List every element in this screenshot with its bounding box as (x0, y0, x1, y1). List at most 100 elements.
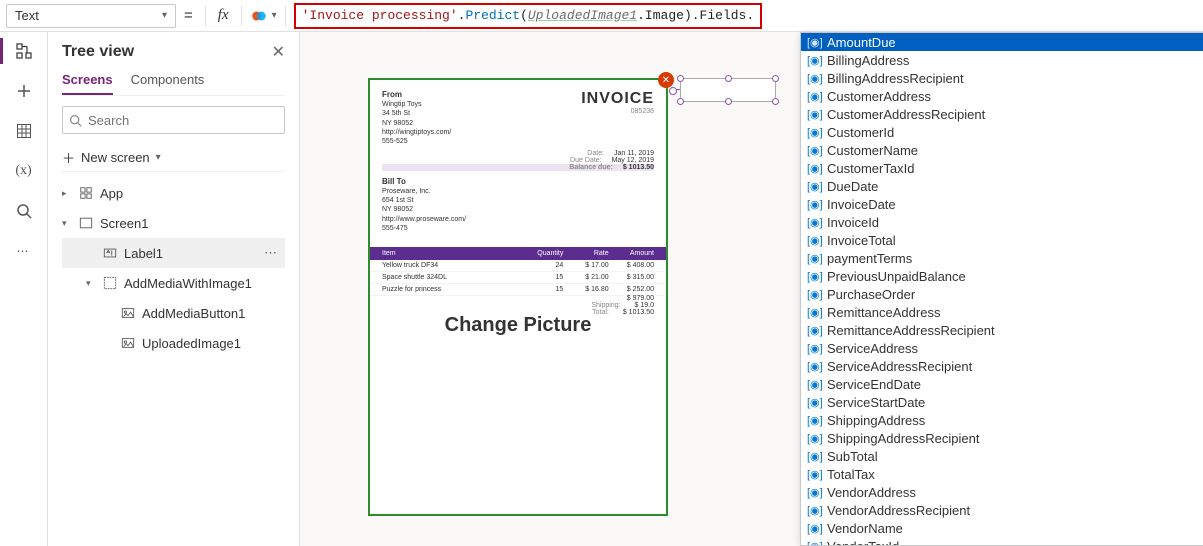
intellisense-item[interactable]: [◉]VendorTaxId (801, 537, 1203, 546)
intellisense-item[interactable]: [◉]DueDate (801, 177, 1203, 195)
intellisense-item[interactable]: [◉]ShippingAddressRecipient (801, 429, 1203, 447)
tree-node-uploadedimage[interactable]: UploadedImage1 (62, 328, 285, 358)
intellisense-item[interactable]: [◉]VendorAddressRecipient (801, 501, 1203, 519)
intellisense-item[interactable]: [◉]TotalTax (801, 465, 1203, 483)
field-icon: [◉] (807, 72, 821, 85)
tree-node-label: Label1 (124, 246, 163, 261)
media-button-icon (120, 305, 136, 321)
tree-node-label: UploadedImage1 (142, 336, 241, 351)
divider (285, 6, 286, 26)
canvas[interactable]: ✕ From Wingtip Toys 34 5th St NY 98052 h… (300, 32, 1203, 546)
intellisense-item-label: VendorTaxId (827, 539, 899, 546)
intellisense-item-label: ShippingAddressRecipient (827, 431, 979, 446)
intellisense-item[interactable]: [◉]InvoiceTotal (801, 231, 1203, 249)
tree-search-input[interactable] (88, 113, 278, 128)
field-icon: [◉] (807, 198, 821, 211)
tab-screens[interactable]: Screens (62, 72, 113, 95)
fx-icon[interactable]: fx (214, 7, 233, 24)
tree-node-screen1[interactable]: ▾ Screen1 (62, 208, 285, 238)
intellisense-item[interactable]: [◉]CustomerName (801, 141, 1203, 159)
intellisense-item-label: BillingAddress (827, 53, 909, 68)
label-icon (102, 245, 118, 261)
intellisense-item[interactable]: [◉]CustomerTaxId (801, 159, 1203, 177)
intellisense-item[interactable]: [◉]ServiceStartDate (801, 393, 1203, 411)
field-icon: [◉] (807, 270, 821, 283)
resize-handle[interactable] (677, 75, 684, 82)
invoice-dates: Date:Jan 11, 2019 Due Date:May 12, 2019 … (370, 150, 666, 171)
chevron-down-icon[interactable]: ▾ (272, 10, 277, 21)
intellisense-item[interactable]: [◉] PreviousUnpaidBalance (801, 267, 1203, 285)
data-rail-icon[interactable] (15, 122, 33, 140)
tree-node-addmedia[interactable]: ▾ AddMediaWithImage1 (62, 268, 285, 298)
close-icon[interactable]: ✕ (272, 42, 285, 62)
image-icon (120, 335, 136, 351)
intellisense-item[interactable]: [◉]BillingAddress (801, 51, 1203, 69)
invoice-billto-block: Bill To Proseware, Inc. 654 1st St NY 98… (370, 171, 666, 239)
intellisense-item[interactable]: [◉]VendorName (801, 519, 1203, 537)
caret-down-icon: ▾ (86, 278, 96, 289)
error-badge-icon[interactable]: ✕ (658, 72, 674, 88)
intellisense-item[interactable]: [◉]AmountDue (801, 33, 1203, 51)
resize-handle[interactable] (725, 75, 732, 82)
intellisense-item[interactable]: [◉]RemittanceAddress (801, 303, 1203, 321)
selected-label-control[interactable] (680, 78, 776, 102)
app-preview-frame[interactable]: ✕ From Wingtip Toys 34 5th St NY 98052 h… (368, 78, 668, 516)
invoice-from-block: From Wingtip Toys 34 5th St NY 98052 htt… (382, 90, 451, 146)
variables-rail-icon[interactable]: (x) (15, 162, 33, 180)
intellisense-item[interactable]: [◉]PurchaseOrder (801, 285, 1203, 303)
intellisense-item[interactable]: [◉]ServiceEndDate (801, 375, 1203, 393)
invoice-title-block: INVOICE 085236 (581, 90, 654, 146)
intellisense-popup[interactable]: [◉]AmountDue[◉]BillingAddress[◉]BillingA… (800, 32, 1203, 546)
intellisense-item-label: RemittanceAddress (827, 305, 940, 320)
tree-search[interactable] (62, 106, 285, 134)
intellisense-item[interactable]: [◉]ShippingAddress (801, 411, 1203, 429)
tree-node-label: AddMediaButton1 (142, 306, 245, 321)
more-rail-icon[interactable]: ⋯ (15, 242, 33, 260)
formula-bar: Text ▾ = fx ▾ 'Invoice processing'.Predi… (0, 0, 1203, 32)
new-screen-button[interactable]: ＋ New screen ▾ (62, 144, 285, 172)
intellisense-item[interactable]: [◉]paymentTerms (801, 249, 1203, 267)
intellisense-item[interactable]: [◉]RemittanceAddressRecipient (801, 321, 1203, 339)
change-picture-label[interactable]: Change Picture (370, 314, 666, 337)
tab-components[interactable]: Components (131, 72, 205, 95)
intellisense-item[interactable]: [◉]CustomerAddressRecipient (801, 105, 1203, 123)
resize-handle[interactable] (677, 98, 684, 105)
tree-node-label1[interactable]: Label1 ⋯ (62, 238, 285, 268)
formula-input[interactable]: 'Invoice processing'.Predict(UploadedIma… (294, 3, 763, 29)
intellisense-item[interactable]: [◉]InvoiceDate (801, 195, 1203, 213)
copilot-icon[interactable] (250, 7, 268, 25)
field-icon: [◉] (807, 90, 821, 103)
table-row: Space shuttle 324DL15$ 21.00$ 315.00 (370, 272, 666, 284)
intellisense-item[interactable]: [◉] BillingAddressRecipient (801, 69, 1203, 87)
intellisense-item[interactable]: [◉]VendorAddress (801, 483, 1203, 501)
property-selector-value: Text (15, 8, 39, 23)
property-selector[interactable]: Text ▾ (6, 4, 176, 28)
more-icon[interactable]: ⋯ (264, 245, 279, 261)
intellisense-item[interactable]: [◉]ServiceAddressRecipient (801, 357, 1203, 375)
intellisense-item-label: PreviousUnpaidBalance (827, 269, 966, 284)
resize-handle[interactable] (772, 98, 779, 105)
intellisense-item[interactable]: [◉]InvoiceId (801, 213, 1203, 231)
intellisense-item-label: InvoiceId (827, 215, 879, 230)
field-icon: [◉] (807, 126, 821, 139)
intellisense-item-label: ServiceAddress (827, 341, 918, 356)
intellisense-item-label: BillingAddressRecipient (827, 71, 964, 86)
resize-handle[interactable] (725, 98, 732, 105)
search-rail-icon[interactable] (15, 202, 33, 220)
intellisense-item-label: ServiceStartDate (827, 395, 925, 410)
field-icon: [◉] (807, 36, 821, 49)
tree-node-label: App (100, 186, 123, 201)
field-icon: [◉] (807, 414, 821, 427)
resize-handle[interactable] (772, 75, 779, 82)
insert-rail-icon[interactable] (15, 82, 33, 100)
field-icon: [◉] (807, 108, 821, 121)
intellisense-item[interactable]: [◉]ServiceAddress (801, 339, 1203, 357)
intellisense-item[interactable]: [◉]CustomerAddress (801, 87, 1203, 105)
tree-node-app[interactable]: ▸ App (62, 178, 285, 208)
tree-view-rail-icon[interactable] (15, 42, 33, 60)
tree-node-addmediabutton[interactable]: AddMediaButton1 (62, 298, 285, 328)
intellisense-item[interactable]: [◉]CustomerId (801, 123, 1203, 141)
field-icon: [◉] (807, 234, 821, 247)
field-icon: [◉] (807, 468, 821, 481)
intellisense-item[interactable]: [◉]SubTotal (801, 447, 1203, 465)
